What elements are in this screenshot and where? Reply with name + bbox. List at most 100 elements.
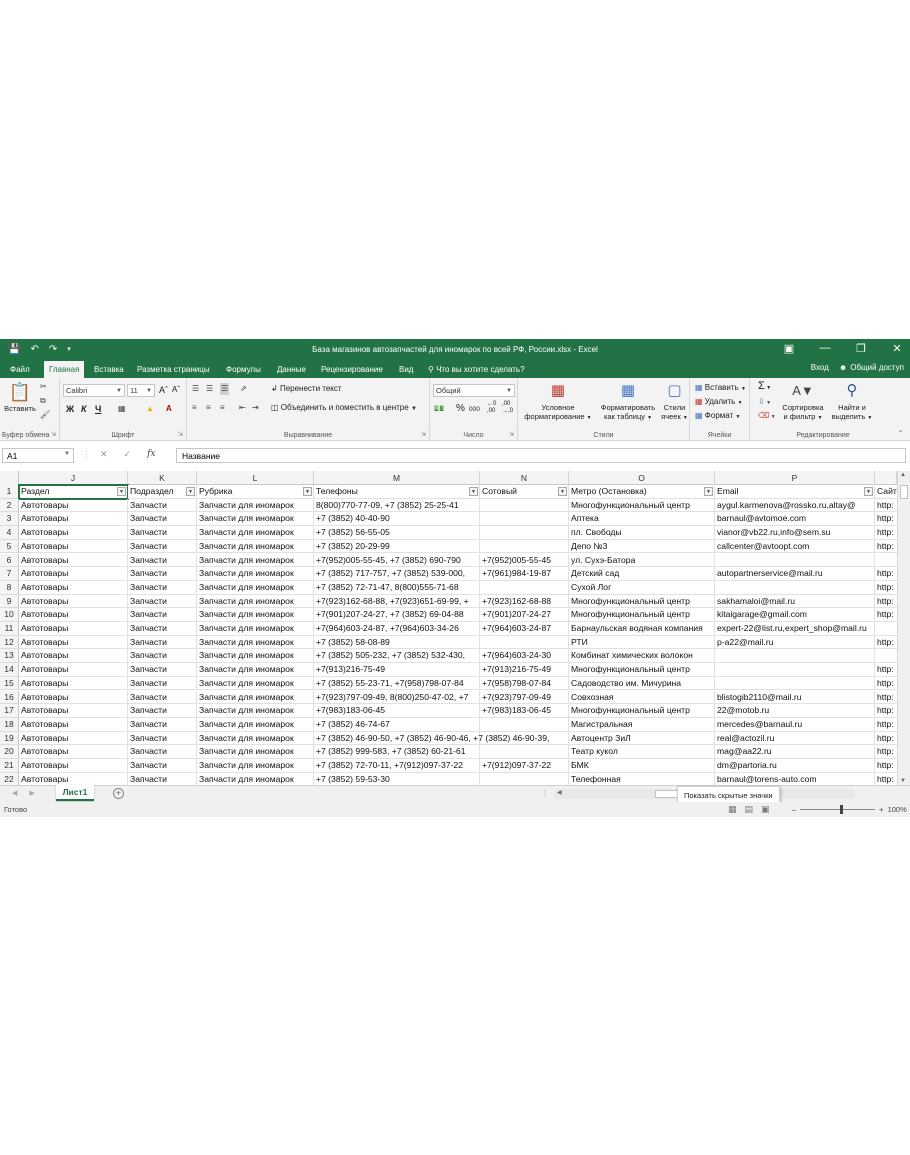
row-header[interactable]: 13 (0, 649, 19, 664)
format-cells-button[interactable]: ▦ Формат ▼ (695, 410, 740, 423)
cell-email[interactable]: dm@partoria.ru (715, 759, 875, 773)
cell-rubrika[interactable]: Запчасти для иномарок (197, 539, 314, 554)
cell-telefony[interactable]: +7 (3852) 59-53-30 (314, 772, 480, 785)
cell-podrazdel[interactable]: Запчасти (128, 580, 197, 595)
cell-podrazdel[interactable]: Запчасти (128, 608, 197, 622)
cell-podrazdel[interactable]: Запчасти (128, 704, 197, 718)
cell-razdel[interactable]: Автотовары (19, 663, 128, 677)
vertical-scroll-thumb[interactable] (900, 485, 908, 499)
cell-email[interactable]: blistogib2110@mail.ru (715, 690, 875, 705)
cell-sotovyi[interactable] (480, 772, 569, 785)
header-cell-metro[interactable]: Метро (Остановка) ▼ (569, 485, 715, 499)
paste-button[interactable]: 📋 Вставить (3, 382, 37, 413)
cell-podrazdel[interactable]: Запчасти (128, 526, 197, 540)
cell-email[interactable]: p-a22@mail.ru (715, 635, 875, 650)
cell-email[interactable]: mercedes@barnaul.ru (715, 717, 875, 732)
row-header[interactable]: 22 (0, 772, 19, 785)
tab-home[interactable]: Главная (44, 361, 85, 378)
cell-sotovyi[interactable] (480, 745, 569, 759)
confirm-entry-icon[interactable]: ✓ (124, 449, 132, 460)
align-left-icon[interactable]: ≡ (192, 402, 197, 414)
cell-rubrika[interactable]: Запчасти для иномарок (197, 512, 314, 527)
cell-rubrika[interactable]: Запчасти для иномарок (197, 717, 314, 732)
cell-sait[interactable]: http: (875, 540, 897, 554)
font-color-icon[interactable]: A (166, 403, 172, 415)
cell-razdel[interactable]: Автотовары (19, 608, 128, 622)
align-top-icon[interactable]: ☰ (192, 383, 199, 395)
cell-metro[interactable]: Многофункциональный центр (569, 663, 715, 677)
autosum-icon[interactable]: Σ ▼ (758, 380, 771, 394)
cell-telefony[interactable]: +7 (3852) 58-08-89 (314, 635, 480, 650)
scroll-up-icon[interactable]: ▲ (900, 472, 906, 478)
cell-razdel[interactable]: Автотовары (19, 717, 128, 732)
cell-email[interactable]: autopartnerservice@mail.ru (715, 567, 875, 581)
cell-rubrika[interactable]: Запчасти для иномарок (197, 731, 314, 746)
column-header-m[interactable]: M (314, 471, 480, 485)
column-header-q[interactable] (875, 471, 897, 485)
cell-sait[interactable]: http: (875, 567, 897, 581)
cell-email[interactable]: callcenter@avtoopt.com (715, 539, 875, 554)
column-header-l[interactable]: L (197, 471, 314, 485)
number-format-combo[interactable]: Общий ▼ (433, 384, 515, 397)
cell-razdel[interactable]: Автотовары (19, 512, 128, 527)
cell-metro[interactable]: БМК (569, 759, 715, 773)
cell-rubrika[interactable]: Запчасти для иномарок (197, 772, 314, 785)
cell-sait[interactable]: http: (875, 704, 897, 718)
cell-metro[interactable]: Театр кукол (569, 745, 715, 759)
cell-sotovyi[interactable]: +7(964)603-24-87 (480, 622, 569, 636)
clipboard-launcher-icon[interactable]: ⇲ (51, 431, 56, 438)
cell-razdel[interactable]: Автотовары (19, 526, 128, 540)
split-handle-icon[interactable]: ⋮ (541, 789, 549, 798)
cell-podrazdel[interactable]: Запчасти (128, 663, 197, 677)
percent-icon[interactable]: % (456, 403, 465, 415)
cell-email[interactable]: barnaul@avtomoe.com (715, 512, 875, 527)
share-button[interactable]: ☻ Общий доступ (839, 363, 904, 372)
alignment-launcher-icon[interactable]: ⇲ (421, 431, 426, 438)
cell-podrazdel[interactable]: Запчасти (128, 622, 197, 636)
close-icon[interactable]: ✕ (890, 342, 904, 355)
cell-email[interactable]: real@actozil.ru (715, 731, 875, 746)
restore-icon[interactable]: ❐ (854, 342, 868, 355)
cell-metro[interactable]: Комбинат химических волокон (569, 649, 715, 664)
select-all-corner[interactable] (0, 471, 19, 485)
row-header[interactable]: 14 (0, 663, 19, 677)
cell-podrazdel[interactable]: Запчасти (128, 731, 197, 746)
column-header-p[interactable]: P (715, 471, 875, 485)
filter-dropdown-icon[interactable]: ▼ (864, 487, 873, 496)
cell-sait[interactable]: http: (875, 581, 897, 595)
orientation-icon[interactable]: ⇗ (240, 383, 247, 395)
cell-podrazdel[interactable]: Запчасти (128, 539, 197, 554)
cell-sait[interactable]: http: (875, 773, 897, 785)
filter-dropdown-icon[interactable]: ▼ (303, 487, 312, 496)
shrink-font-icon[interactable]: Aˇ (172, 384, 180, 396)
cell-rubrika[interactable]: Запчасти для иномарок (197, 608, 314, 622)
cell-metro[interactable]: Многофункциональный центр (569, 498, 715, 513)
cell-metro[interactable]: Детский сад (569, 567, 715, 581)
cell-razdel[interactable]: Автотовары (19, 539, 128, 554)
cell-telefony[interactable]: +7 (3852) 56-55-05 (314, 526, 480, 540)
format-painter-icon[interactable]: 🖌 (40, 409, 50, 421)
cell-email[interactable]: expert-22@list.ru,expert_shop@mail.ru (715, 622, 875, 636)
cell-email[interactable]: vianor@vb22.ru,info@sem.su (715, 526, 875, 540)
row-header[interactable]: 19 (0, 731, 19, 746)
row-header[interactable]: 18 (0, 717, 19, 732)
cell-sait[interactable]: http: (875, 512, 897, 527)
scroll-left-icon[interactable]: ◀ (557, 789, 562, 796)
cell-sait[interactable]: http: (875, 718, 897, 732)
cell-sait[interactable]: http: (875, 499, 897, 513)
delete-cells-button[interactable]: ▦ Удалить ▼ (695, 396, 743, 409)
row-header[interactable]: 10 (0, 608, 19, 622)
header-cell-podrazdel[interactable]: Подраздел ▼ (128, 485, 197, 499)
cell-telefony[interactable]: +7 (3852) 46-74-67 (314, 717, 480, 732)
tab-insert[interactable]: Вставка (94, 365, 124, 374)
cell-telefony[interactable]: 8(800)770-77-09, +7 (3852) 25-25-41 (314, 498, 480, 513)
cell-telefony[interactable]: +7 (3852) 46-90-50, +7 (3852) 46-90-46, … (314, 731, 549, 746)
cell-sotovyi[interactable] (480, 635, 569, 650)
ribbon-display-icon[interactable]: ▣ (782, 342, 796, 355)
sort-filter-button[interactable]: A▼ Сортировка и фильтр ▼ (778, 381, 828, 423)
cell-razdel[interactable]: Автотовары (19, 553, 128, 568)
cell-telefony[interactable]: +7 (3852) 20-29-99 (314, 539, 480, 554)
cell-podrazdel[interactable]: Запчасти (128, 772, 197, 785)
zoom-slider[interactable] (800, 805, 876, 814)
row-header[interactable]: 12 (0, 635, 19, 650)
